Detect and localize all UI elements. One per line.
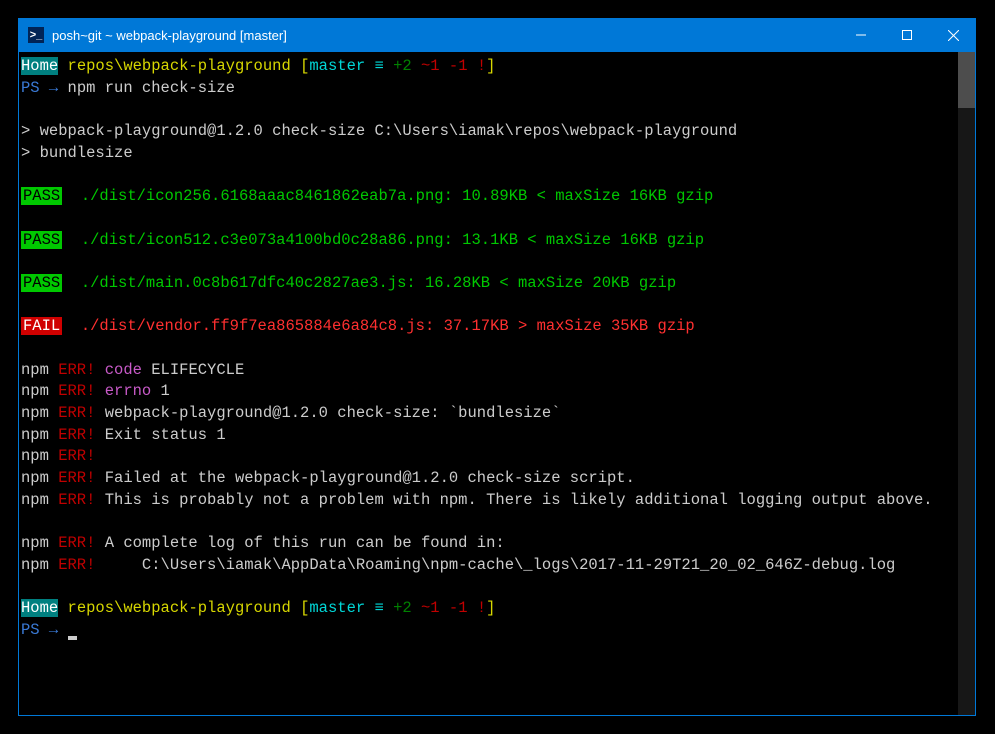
bundlesize-result: ./dist/icon256.6168aaac8461862eab7a.png:… xyxy=(62,187,713,205)
maximize-button[interactable] xyxy=(884,18,930,52)
maximize-icon xyxy=(902,30,912,40)
prompt-home-badge: Home xyxy=(21,599,58,617)
npm-script-cmd: > bundlesize xyxy=(21,144,133,162)
npm-err-tag: ERR! xyxy=(49,382,96,400)
npm-err-tag: ERR! xyxy=(49,469,96,487)
git-branch: master xyxy=(309,57,365,75)
ps-prefix: PS xyxy=(21,621,40,639)
scrollbar[interactable] xyxy=(958,52,975,715)
npm-err-tag: ERR! xyxy=(49,534,96,552)
npm-err-tag: ERR! xyxy=(49,426,96,444)
status-badge-pass: PASS xyxy=(21,231,62,249)
bundlesize-result: ./dist/main.0c8b617dfc40c2827ae3.js: 16.… xyxy=(62,274,676,292)
git-deleted: -1 xyxy=(440,57,468,75)
cursor xyxy=(68,636,77,640)
npm-err-tag: ERR! xyxy=(49,556,96,574)
npm-err-tag: ERR! xyxy=(49,491,96,509)
prompt-home-badge: Home xyxy=(21,57,58,75)
npm-err-tag: ERR! xyxy=(49,447,96,465)
status-badge-fail: FAIL xyxy=(21,317,62,335)
terminal-body-wrap: Home repos\webpack-playground [master ≡ … xyxy=(19,52,975,715)
close-icon xyxy=(948,30,959,41)
npm-script-header: > webpack-playground@1.2.0 check-size C:… xyxy=(21,122,737,140)
bundlesize-result: ./dist/vendor.ff9f7ea865884e6a84c8.js: 3… xyxy=(62,317,695,335)
git-modified: ~1 xyxy=(412,57,440,75)
status-badge-pass: PASS xyxy=(21,274,62,292)
npm-err-tag: ERR! xyxy=(49,361,96,379)
powershell-icon: >_ xyxy=(28,27,44,43)
prompt-path: repos\webpack-playground xyxy=(58,599,300,617)
status-badge-pass: PASS xyxy=(21,187,62,205)
minimize-button[interactable] xyxy=(838,18,884,52)
close-button[interactable] xyxy=(930,18,976,52)
prompt-path: repos\webpack-playground xyxy=(58,57,300,75)
scrollbar-thumb[interactable] xyxy=(958,52,975,108)
window-title: posh~git ~ webpack-playground [master] xyxy=(52,28,287,43)
minimize-icon xyxy=(856,30,866,40)
bundlesize-result: ./dist/icon512.c3e073a4100bd0c28a86.png:… xyxy=(62,231,704,249)
terminal-output[interactable]: Home repos\webpack-playground [master ≡ … xyxy=(19,52,958,715)
command-entered: npm run check-size xyxy=(68,79,235,97)
terminal-window: >_ posh~git ~ webpack-playground [master… xyxy=(18,18,976,716)
titlebar[interactable]: >_ posh~git ~ webpack-playground [master… xyxy=(18,18,976,52)
npm-err-tag: ERR! xyxy=(49,404,96,422)
git-branch: master xyxy=(309,599,365,617)
git-added: +2 xyxy=(393,57,412,75)
ps-prefix: PS xyxy=(21,79,40,97)
